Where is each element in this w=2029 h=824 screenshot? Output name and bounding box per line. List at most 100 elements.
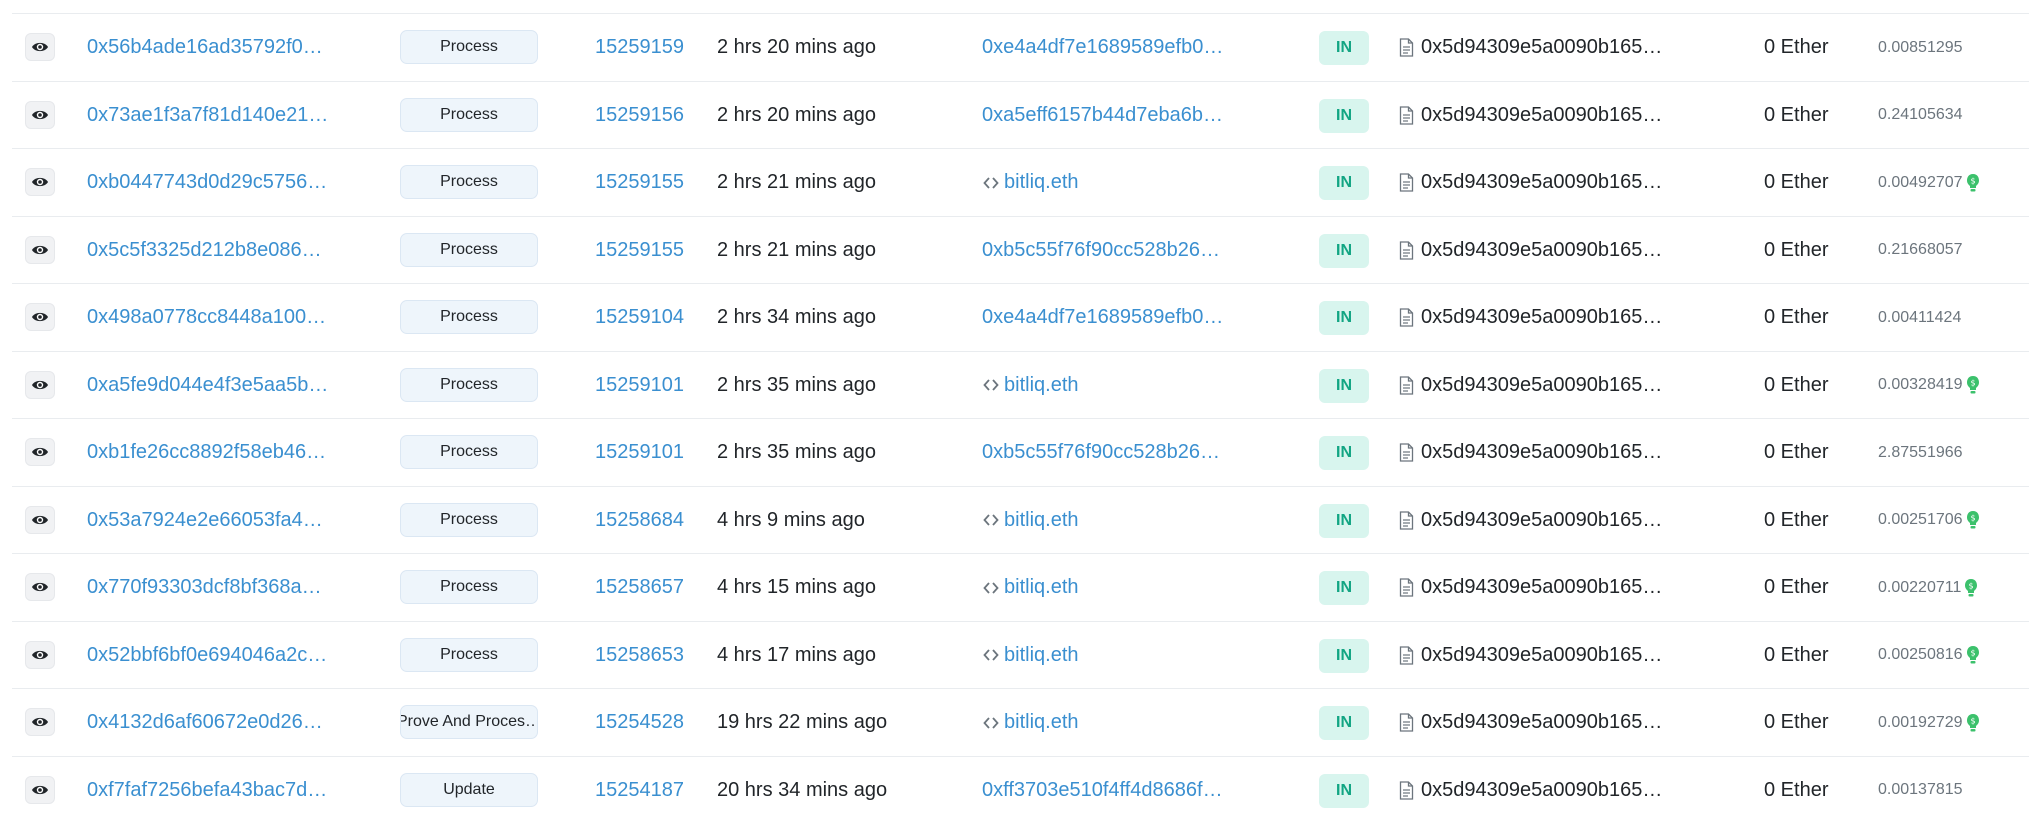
method-badge: Process <box>400 435 538 469</box>
txn-fee-text: 0.00192729 $ <box>1878 689 2029 756</box>
txn-hash-link[interactable]: 0x56b4ade16ad35792f0… <box>87 14 347 81</box>
gas-station-icon[interactable]: $ <box>1964 578 1978 598</box>
method-badge: Process <box>400 165 538 199</box>
from-address-link[interactable]: bitliq.eth <box>982 622 1252 689</box>
txn-hash-link[interactable]: 0x498a0778cc8448a100… <box>87 284 347 351</box>
view-transaction-button[interactable] <box>25 235 55 264</box>
document-icon <box>1399 105 1414 125</box>
direction-in-badge: IN <box>1319 773 1369 808</box>
gas-station-icon[interactable]: $ <box>1966 645 1980 665</box>
to-address-text: 0x5d94309e5a0090b165… <box>1421 576 1663 598</box>
svg-text:$: $ <box>1970 176 1975 185</box>
from-address-text: bitliq.eth <box>1004 643 1079 666</box>
txn-fee-value: 0.00220711 <box>1878 578 1962 596</box>
table-row: 0xb1fe26cc8892f58eb46… Process 15259101 … <box>12 418 2029 486</box>
txn-fee-text: 0.00251706 $ <box>1878 487 2029 554</box>
eye-icon <box>31 783 49 797</box>
view-transaction-button[interactable] <box>25 303 55 331</box>
view-transaction-button[interactable] <box>25 640 55 669</box>
block-link[interactable]: 15259156 <box>595 82 695 149</box>
block-link[interactable]: 15258657 <box>595 554 695 621</box>
age-text: 4 hrs 17 mins ago <box>717 643 876 666</box>
txn-hash-link[interactable]: 0xb0447743d0d29c5756… <box>87 149 347 216</box>
block-link[interactable]: 15254187 <box>595 757 695 824</box>
to-address-link[interactable]: 0x5d94309e5a0090b165… <box>1399 82 1699 149</box>
from-address-link[interactable]: 0xa5eff6157b44d7eba6b… <box>982 82 1252 149</box>
to-address-link[interactable]: 0x5d94309e5a0090b165… <box>1399 217 1699 284</box>
block-link[interactable]: 15259101 <box>595 419 695 486</box>
block-link[interactable]: 15258653 <box>595 622 695 689</box>
table-row: 0x498a0778cc8448a100… Process 15259104 2… <box>12 283 2029 351</box>
txn-hash-link[interactable]: 0x4132d6af60672e0d26… <box>87 689 347 756</box>
to-address-link[interactable]: 0x5d94309e5a0090b165… <box>1399 757 1699 824</box>
document-icon <box>1399 38 1414 57</box>
value-text: 0 Ether <box>1764 778 1829 801</box>
block-link[interactable]: 15254528 <box>595 689 695 756</box>
from-address-link[interactable]: 0xe4a4df7e1689589efb0… <box>982 284 1252 351</box>
view-transaction-button[interactable] <box>25 573 55 601</box>
view-transaction-button[interactable] <box>25 708 55 736</box>
gas-station-icon[interactable]: $ <box>1966 173 1980 193</box>
from-address-link[interactable]: bitliq.eth <box>982 554 1252 621</box>
block-link[interactable]: 15259159 <box>595 14 695 81</box>
block-link[interactable]: 15259101 <box>595 352 695 419</box>
eye-icon <box>31 243 49 257</box>
view-transaction-button[interactable] <box>25 505 55 534</box>
from-address-link[interactable]: bitliq.eth <box>982 352 1252 419</box>
txn-fee-value: 0.24105634 <box>1878 106 1963 123</box>
age-text: 2 hrs 35 mins ago <box>717 441 876 463</box>
age-text: 2 hrs 21 mins ago <box>717 238 876 261</box>
block-link[interactable]: 15259155 <box>595 217 695 284</box>
to-address-text: 0x5d94309e5a0090b165… <box>1421 238 1663 261</box>
view-transaction-button[interactable] <box>25 438 55 466</box>
from-address-link[interactable]: bitliq.eth <box>982 149 1252 216</box>
svg-text:$: $ <box>1969 581 1974 590</box>
txn-hash-link[interactable]: 0x53a7924e2e66053fa4… <box>87 487 347 554</box>
txn-hash-link[interactable]: 0xa5fe9d044e4f3e5aa5b… <box>87 352 347 419</box>
from-address-link[interactable]: 0xe4a4df7e1689589efb0… <box>982 14 1252 81</box>
from-address-text: bitliq.eth <box>1004 373 1079 396</box>
txn-hash-link[interactable]: 0xf7faf7256befa43bac7d… <box>87 757 347 824</box>
block-link[interactable]: 15258684 <box>595 487 695 554</box>
eye-icon <box>31 715 49 729</box>
block-link[interactable]: 15259155 <box>595 149 695 216</box>
eye-icon <box>31 175 49 189</box>
txn-hash-link[interactable]: 0x770f93303dcf8bf368a… <box>87 554 347 621</box>
from-address-link[interactable]: 0xb5c55f76f90cc528b26… <box>982 217 1252 284</box>
txn-hash-link[interactable]: 0x73ae1f3a7f81d140e21… <box>87 82 347 149</box>
txn-fee-value: 0.00251706 <box>1878 511 1963 528</box>
to-address-link[interactable]: 0x5d94309e5a0090b165… <box>1399 352 1699 419</box>
to-address-link[interactable]: 0x5d94309e5a0090b165… <box>1399 622 1699 689</box>
from-address-text: 0xe4a4df7e1689589efb0… <box>982 306 1224 328</box>
txn-hash-link[interactable]: 0x5c5f3325d212b8e086… <box>87 217 347 284</box>
from-address-link[interactable]: bitliq.eth <box>982 487 1252 554</box>
to-address-link[interactable]: 0x5d94309e5a0090b165… <box>1399 554 1699 621</box>
txn-hash-link[interactable]: 0xb1fe26cc8892f58eb46… <box>87 419 347 486</box>
contract-code-icon <box>982 714 1000 732</box>
to-address-link[interactable]: 0x5d94309e5a0090b165… <box>1399 689 1699 756</box>
from-address-link[interactable]: 0xb5c55f76f90cc528b26… <box>982 419 1252 486</box>
view-transaction-button[interactable] <box>25 168 55 196</box>
to-address-link[interactable]: 0x5d94309e5a0090b165… <box>1399 487 1699 554</box>
to-address-link[interactable]: 0x5d94309e5a0090b165… <box>1399 284 1699 351</box>
transactions-table: 0x56b4ade16ad35792f0… Process 15259159 2… <box>12 0 2029 818</box>
table-row: 0xa5fe9d044e4f3e5aa5b… Process 15259101 … <box>12 350 2029 419</box>
to-address-link[interactable]: 0x5d94309e5a0090b165… <box>1399 419 1699 486</box>
eye-icon <box>31 378 49 392</box>
block-link[interactable]: 15259104 <box>595 284 695 351</box>
gas-station-icon[interactable]: $ <box>1966 713 1980 733</box>
view-transaction-button[interactable] <box>25 370 55 399</box>
view-transaction-button[interactable] <box>25 775 55 804</box>
direction-in-badge: IN <box>1319 31 1369 65</box>
view-transaction-button[interactable] <box>25 100 55 129</box>
to-address-link[interactable]: 0x5d94309e5a0090b165… <box>1399 149 1699 216</box>
from-address-link[interactable]: bitliq.eth <box>982 689 1252 756</box>
from-address-link[interactable]: 0xff3703e510f4ff4d8686f… <box>982 757 1252 824</box>
view-transaction-button[interactable] <box>25 33 55 61</box>
age-text: 4 hrs 9 mins ago <box>717 508 865 531</box>
to-address-link[interactable]: 0x5d94309e5a0090b165… <box>1399 14 1699 81</box>
gas-station-icon[interactable]: $ <box>1966 510 1980 530</box>
txn-hash-link[interactable]: 0x52bbf6bf0e694046a2c… <box>87 622 347 689</box>
age-text: 19 hrs 22 mins ago <box>717 711 888 733</box>
gas-station-icon[interactable]: $ <box>1966 375 1980 395</box>
